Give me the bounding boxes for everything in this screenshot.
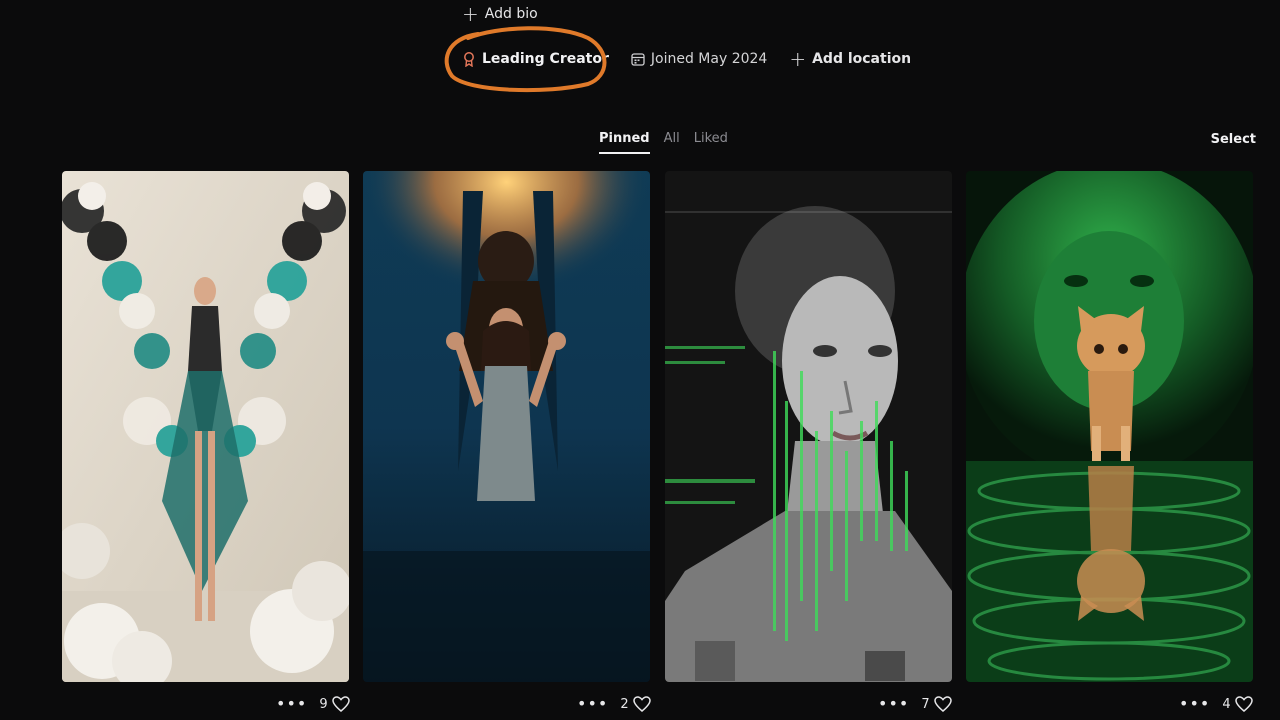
post-card-glitch-portrait[interactable] — [665, 171, 952, 682]
leading-creator-badge: Leading Creator — [462, 51, 609, 67]
select-button[interactable]: Select — [1211, 132, 1256, 147]
like-button[interactable]: 2 — [620, 696, 651, 712]
like-button[interactable]: 4 — [1222, 696, 1253, 712]
tab-liked[interactable]: Liked — [694, 131, 728, 154]
profile-meta: Leading Creator Joined May 2024 + Add lo… — [462, 47, 911, 71]
post-meta: ••• 7 — [878, 694, 952, 714]
like-count: 7 — [921, 696, 930, 712]
add-bio-button[interactable]: + Add bio — [462, 4, 538, 24]
more-options-icon[interactable]: ••• — [577, 696, 608, 712]
post-meta: ••• 2 — [577, 694, 651, 714]
more-options-icon[interactable]: ••• — [276, 696, 307, 712]
post-card-underwater[interactable] — [363, 171, 650, 682]
plus-icon: + — [462, 2, 479, 26]
tab-all[interactable]: All — [664, 131, 680, 154]
award-icon — [464, 52, 474, 67]
add-location-label: Add location — [812, 51, 912, 67]
more-options-icon[interactable]: ••• — [1179, 696, 1210, 712]
like-count: 2 — [620, 696, 629, 712]
post-image — [62, 171, 349, 682]
heart-icon — [331, 696, 350, 712]
like-count: 4 — [1222, 696, 1231, 712]
add-location-button[interactable]: + Add location — [789, 49, 911, 69]
calendar-icon — [631, 53, 645, 66]
profile-page: + Add bio Leading Creator Joined May 202… — [0, 0, 1280, 720]
heart-icon — [1234, 696, 1253, 712]
plus-icon: + — [789, 47, 807, 71]
post-card-smoke-figure[interactable] — [62, 171, 349, 682]
post-image — [665, 171, 952, 682]
post-meta: ••• 4 — [1179, 694, 1253, 714]
post-card-kitten-lion[interactable] — [966, 171, 1253, 682]
post-meta: ••• 9 — [276, 694, 350, 714]
heart-icon — [933, 696, 952, 712]
add-bio-label: Add bio — [484, 6, 538, 22]
more-options-icon[interactable]: ••• — [878, 696, 909, 712]
tab-pinned[interactable]: Pinned — [599, 131, 650, 154]
like-button[interactable]: 7 — [921, 696, 952, 712]
badge-label: Leading Creator — [482, 51, 609, 67]
like-count: 9 — [319, 696, 328, 712]
post-image — [966, 171, 1253, 682]
like-button[interactable]: 9 — [319, 696, 350, 712]
joined-date: Joined May 2024 — [631, 51, 767, 67]
heart-icon — [632, 696, 651, 712]
post-image — [363, 171, 650, 682]
joined-label: Joined May 2024 — [650, 51, 768, 67]
content-tabs: Pinned All Liked — [599, 131, 728, 154]
